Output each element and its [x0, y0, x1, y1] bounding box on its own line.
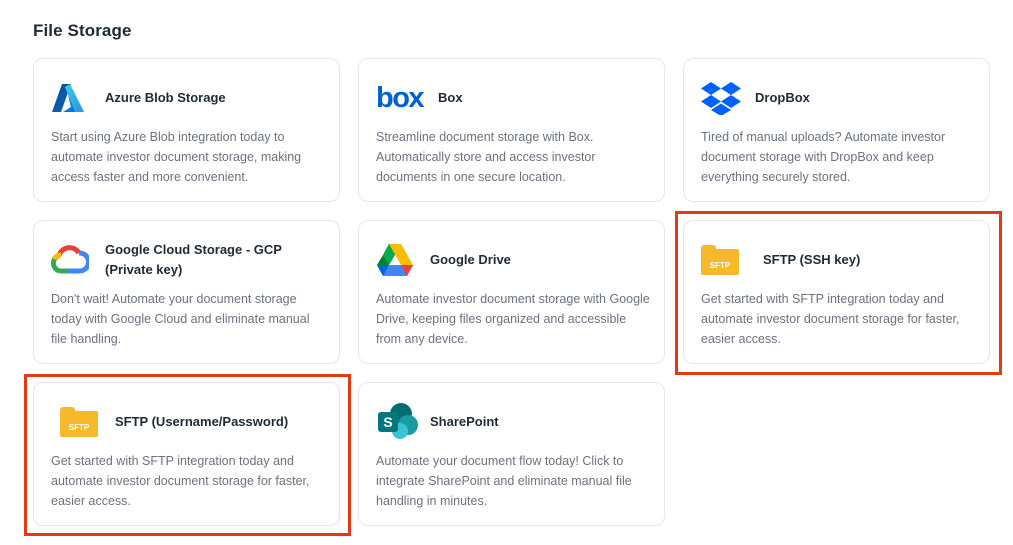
- card-description: Automate investor document storage with …: [376, 292, 650, 346]
- card-description: Don't wait! Automate your document stora…: [51, 292, 310, 346]
- highlight-box-sftp-username-password: [24, 374, 351, 536]
- card-title: Box: [438, 90, 463, 105]
- card-description: Streamline document storage with Box. Au…: [376, 130, 596, 184]
- file-storage-page: File Storage Azure Blob Storage Start us…: [0, 0, 1013, 545]
- integration-card-dropbox[interactable]: DropBox Tired of manual uploads? Automat…: [683, 58, 990, 202]
- card-title: Google Drive: [430, 252, 511, 267]
- card-title: Azure Blob Storage: [105, 90, 226, 105]
- integration-card-google-drive[interactable]: Google Drive Automate investor document …: [358, 220, 665, 364]
- azure-icon: [51, 78, 99, 118]
- integration-card-box[interactable]: box Box Streamline document storage with…: [358, 58, 665, 202]
- dropbox-icon: [701, 78, 749, 118]
- integration-card-google-cloud[interactable]: Google Cloud Storage - GCP (Private key)…: [33, 220, 340, 364]
- integration-card-sharepoint[interactable]: S SharePoint Automate your document flow…: [358, 382, 665, 526]
- card-description: Tired of manual uploads? Automate invest…: [701, 130, 946, 184]
- highlight-box-sftp-ssh-key: [675, 211, 1002, 375]
- card-description: Automate your document flow today! Click…: [376, 454, 632, 508]
- card-description: Start using Azure Blob integration today…: [51, 130, 302, 184]
- card-title: Google Cloud Storage - GCP (Private key): [105, 242, 282, 277]
- card-title: SharePoint: [430, 414, 499, 429]
- google-drive-icon: [376, 240, 424, 280]
- integration-card-azure-blob[interactable]: Azure Blob Storage Start using Azure Blo…: [33, 58, 340, 202]
- google-cloud-icon: [51, 240, 99, 280]
- sharepoint-icon: S: [376, 402, 424, 442]
- section-title: File Storage: [33, 21, 132, 40]
- box-logo-icon: box: [376, 82, 425, 114]
- card-title: DropBox: [755, 90, 810, 105]
